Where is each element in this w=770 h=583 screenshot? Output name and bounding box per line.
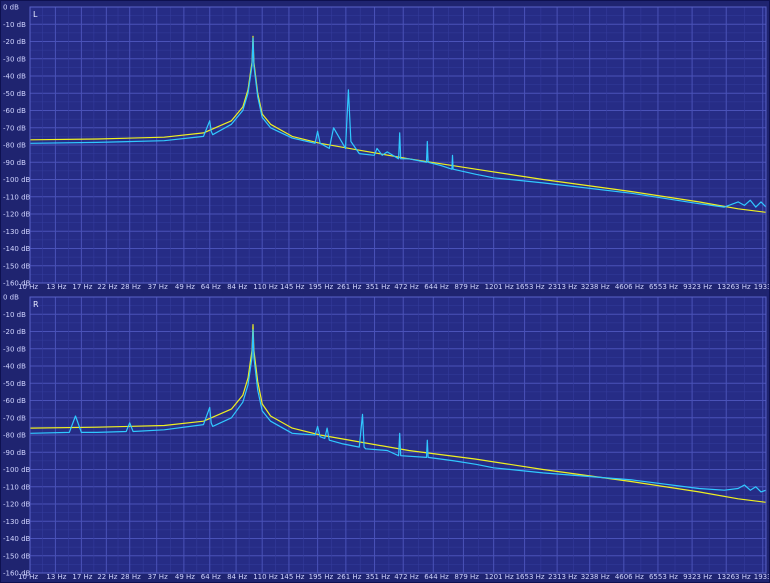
x-tick-label: 37 Hz — [148, 283, 168, 291]
y-tick-label: -130 dB — [3, 518, 31, 526]
y-tick-label: -80 dB — [3, 142, 26, 150]
x-tick-label: 644 Hz — [424, 573, 449, 581]
x-tick-label: 644 Hz — [424, 283, 449, 291]
y-tick-label: -120 dB — [3, 211, 31, 219]
x-tick-label: 6553 Hz — [649, 283, 678, 291]
y-tick-label: -20 dB — [3, 328, 26, 336]
x-tick-label: 19339 Hz — [754, 573, 770, 581]
x-tick-label: 13 Hz — [46, 283, 66, 291]
x-tick-label: 2313 Hz — [548, 283, 577, 291]
y-tick-label: -70 dB — [3, 414, 26, 422]
y-tick-label: -40 dB — [3, 73, 26, 81]
x-tick-label: 49 Hz — [175, 283, 195, 291]
y-tick-label: -30 dB — [3, 345, 26, 353]
x-tick-label: 145 Hz — [280, 573, 305, 581]
x-tick-label: 879 Hz — [454, 573, 479, 581]
y-tick-label: -150 dB — [3, 552, 31, 560]
x-tick-label: 472 Hz — [394, 283, 419, 291]
x-tick-label: 879 Hz — [454, 283, 479, 291]
x-tick-label: 9323 Hz — [683, 573, 712, 581]
x-tick-label: 22 Hz — [97, 283, 117, 291]
x-tick-label: 13263 Hz — [717, 573, 751, 581]
y-tick-label: -110 dB — [3, 193, 31, 201]
y-tick-label: -50 dB — [3, 90, 26, 98]
x-tick-label: 1653 Hz — [516, 283, 545, 291]
y-tick-label: -10 dB — [3, 21, 26, 29]
y-tick-label: 0 dB — [3, 294, 19, 302]
x-tick-label: 3238 Hz — [581, 283, 610, 291]
spectrum-analyzer: 0 dB -10 dB -20 dB -30 dB -40 dB -50 dB -60 dB… — [0, 0, 770, 583]
x-tick-label: 10 Hz — [18, 283, 38, 291]
x-tick-label: 1201 Hz — [485, 573, 514, 581]
x-tick-label: 351 Hz — [366, 573, 391, 581]
channel-label: L — [33, 10, 38, 19]
x-tick-label: 2313 Hz — [548, 573, 577, 581]
x-tick-label: 22 Hz — [97, 573, 117, 581]
spectrum-panel-R: 0 dB -10 dB -20 dB -30 dB -40 dB -50 dB -60 dB… — [3, 294, 770, 582]
x-tick-label: 6553 Hz — [649, 573, 678, 581]
y-tick-label: -70 dB — [3, 124, 26, 132]
y-tick-label: -50 dB — [3, 380, 26, 388]
x-tick-label: 110 Hz — [253, 573, 278, 581]
x-tick-label: 9323 Hz — [683, 283, 712, 291]
y-tick-label: -140 dB — [3, 245, 31, 253]
x-tick-label: 17 Hz — [72, 283, 92, 291]
x-tick-label: 110 Hz — [253, 283, 278, 291]
x-tick-label: 145 Hz — [280, 283, 305, 291]
x-tick-label: 28 Hz — [121, 573, 141, 581]
x-tick-label: 4606 Hz — [615, 283, 644, 291]
spectrum-charts: 0 dB -10 dB -20 dB -30 dB -40 dB -50 dB -60 dB… — [0, 0, 770, 583]
y-tick-label: -90 dB — [3, 159, 26, 167]
y-tick-label: -90 dB — [3, 449, 26, 457]
x-tick-label: 84 Hz — [227, 283, 247, 291]
x-tick-label: 64 Hz — [201, 573, 221, 581]
y-tick-label: -20 dB — [3, 38, 26, 46]
x-tick-label: 49 Hz — [175, 573, 195, 581]
x-tick-label: 195 Hz — [309, 283, 334, 291]
x-tick-label: 13263 Hz — [717, 283, 751, 291]
y-tick-label: -10 dB — [3, 311, 26, 319]
y-tick-label: -30 dB — [3, 55, 26, 63]
y-tick-label: -100 dB — [3, 176, 31, 184]
x-tick-label: 351 Hz — [366, 283, 391, 291]
x-tick-label: 1201 Hz — [485, 283, 514, 291]
y-tick-label: -150 dB — [3, 262, 31, 270]
y-tick-label: -110 dB — [3, 483, 31, 491]
y-tick-label: -40 dB — [3, 363, 26, 371]
x-tick-label: 261 Hz — [337, 573, 362, 581]
x-tick-label: 472 Hz — [394, 573, 419, 581]
y-tick-label: -60 dB — [3, 107, 26, 115]
y-tick-label: -120 dB — [3, 501, 31, 509]
x-tick-label: 4606 Hz — [615, 573, 644, 581]
x-tick-label: 195 Hz — [309, 573, 334, 581]
y-tick-label: -60 dB — [3, 397, 26, 405]
x-tick-label: 10 Hz — [18, 573, 38, 581]
x-tick-label: 64 Hz — [201, 283, 221, 291]
y-tick-label: -100 dB — [3, 466, 31, 474]
y-tick-label: -140 dB — [3, 535, 31, 543]
x-tick-label: 261 Hz — [337, 283, 362, 291]
x-tick-label: 17 Hz — [72, 573, 92, 581]
spectrum-panel-L: 0 dB -10 dB -20 dB -30 dB -40 dB -50 dB -60 dB… — [3, 4, 770, 292]
y-tick-label: 0 dB — [3, 4, 19, 12]
y-tick-label: -80 dB — [3, 432, 26, 440]
channel-label: R — [33, 300, 39, 309]
x-tick-label: 84 Hz — [227, 573, 247, 581]
x-tick-label: 28 Hz — [121, 283, 141, 291]
x-tick-label: 3238 Hz — [581, 573, 610, 581]
y-tick-label: -130 dB — [3, 228, 31, 236]
x-tick-label: 13 Hz — [46, 573, 66, 581]
x-tick-label: 1653 Hz — [516, 573, 545, 581]
x-tick-label: 19339 Hz — [754, 283, 770, 291]
x-tick-label: 37 Hz — [148, 573, 168, 581]
